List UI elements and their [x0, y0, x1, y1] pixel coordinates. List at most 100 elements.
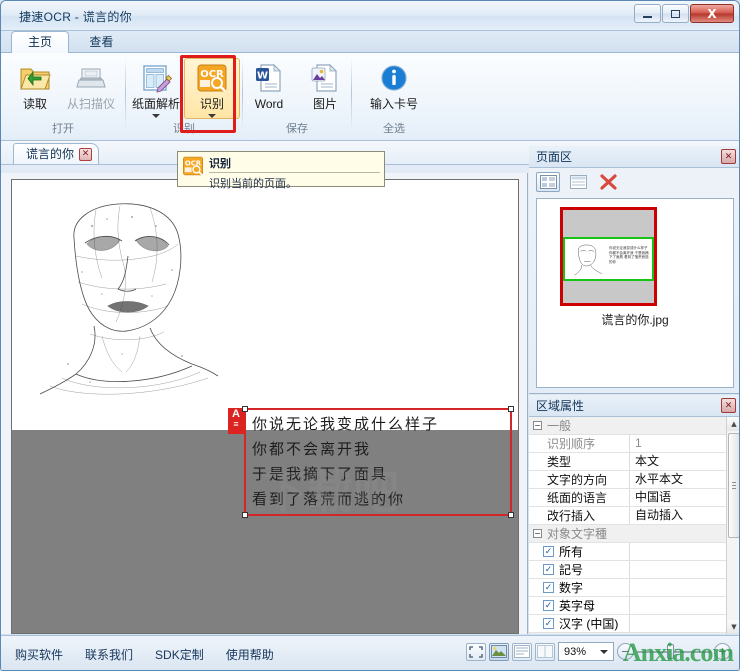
fit-page-button[interactable]	[466, 642, 486, 661]
general-group-label: 一般	[547, 419, 572, 433]
page-thumbnail-content-region: 你说无论我变成什么样子 你都不会离开我 于是我摘下了面具 看到了落荒而逃的你	[563, 237, 654, 281]
scroll-up-arrow-icon[interactable]: ▲	[727, 417, 739, 431]
recognize-dropdown-caret[interactable]	[208, 114, 216, 118]
property-row-text-direction[interactable]: 文字的方向 水平本文	[529, 471, 726, 489]
region-handle-top-right[interactable]	[508, 406, 514, 412]
image-view-button[interactable]	[489, 642, 509, 661]
property-group-region-settings[interactable]: − 区域设置	[529, 633, 726, 634]
zoom-slider-knob[interactable]	[667, 644, 674, 659]
page-thumbnail[interactable]: 你说无论我变成什么样子 你都不会离开我 于是我摘下了面具 看到了落荒而逃的你	[560, 207, 657, 306]
text-view-icon	[514, 645, 530, 658]
region-handle-bottom-right[interactable]	[508, 512, 514, 518]
page-panel-header: 页面区 ✕	[529, 146, 739, 168]
property-group-charset[interactable]: − 对象文字種	[529, 525, 726, 543]
ribbon-tab-strip: 主页 查看	[1, 31, 739, 53]
checkbox-symbol[interactable]: ✓	[543, 564, 554, 575]
ribbon-group-save-label: 保存	[286, 123, 308, 135]
link-contact-us[interactable]: 联系我们	[85, 646, 133, 663]
split-view-button[interactable]	[535, 642, 555, 661]
properties-panel: 区域属性 ✕ − 一般 识别顺序 1 类型 本文 文字的方向 水平本文 纸面的语…	[529, 395, 739, 634]
read-button[interactable]: 读取	[7, 58, 63, 112]
page-thumbnail-list[interactable]: 你说无论我变成什么样子 你都不会离开我 于是我摘下了面具 看到了落荒而逃的你 谎…	[536, 198, 734, 388]
property-group-general[interactable]: − 一般	[529, 417, 726, 435]
ribbon-group-open: 读取 从扫描仪 打开	[1, 53, 125, 141]
save-word-label: Word	[254, 97, 284, 111]
recognize-button[interactable]: OCR 识别	[184, 58, 240, 119]
charset-group-expander[interactable]: −	[533, 529, 542, 538]
property-key: 类型	[547, 455, 572, 469]
property-row-charset-all[interactable]: ✓ 所有	[529, 543, 726, 561]
minimize-button[interactable]	[634, 4, 661, 23]
link-help[interactable]: 使用帮助	[226, 646, 274, 663]
document-tab-close-icon[interactable]: ✕	[79, 147, 93, 161]
property-row-recognition-order[interactable]: 识别顺序 1	[529, 435, 726, 453]
properties-list[interactable]: − 一般 识别顺序 1 类型 本文 文字的方向 水平本文 纸面的语言 中国语 改…	[529, 417, 726, 634]
properties-panel-close-icon[interactable]: ✕	[721, 398, 736, 413]
scanner-icon	[75, 62, 107, 94]
property-row-type[interactable]: 类型 本文	[529, 453, 726, 471]
tooltip-recognize: OCR 识别 识别当前的页面。	[177, 151, 385, 190]
zoom-dropdown-caret-icon[interactable]	[600, 650, 608, 654]
checkbox-hanzi[interactable]: ✓	[543, 618, 554, 629]
close-icon: X	[707, 6, 717, 21]
property-row-charset-symbol[interactable]: ✓ 記号	[529, 561, 726, 579]
image-doc-icon	[309, 62, 341, 94]
document-canvas-area[interactable]: A ≡ 你说无论我变成什么样子 你都不会离开我 于是我摘下了面具 看到了落荒而逃…	[1, 173, 528, 634]
link-buy-software[interactable]: 购买软件	[15, 646, 63, 663]
property-value	[629, 543, 726, 560]
zoom-in-button[interactable]: +	[714, 643, 731, 660]
link-sdk-custom[interactable]: SDK定制	[155, 646, 204, 663]
property-key: 数字	[559, 581, 584, 595]
zoom-slider[interactable]	[637, 643, 711, 660]
zoom-out-button[interactable]: −	[617, 643, 634, 660]
minimize-icon	[635, 5, 660, 22]
title-bar: 捷速OCR - 谎言的你 X	[1, 1, 739, 31]
canvas-viewport[interactable]: A ≡ 你说无论我变成什么样子 你都不会离开我 于是我摘下了面具 看到了落荒而逃…	[11, 179, 519, 634]
property-key: 识别顺序	[547, 437, 596, 451]
page-analysis-dropdown-caret[interactable]	[152, 114, 160, 118]
general-group-expander[interactable]: −	[533, 421, 542, 430]
delete-page-button[interactable]	[596, 172, 620, 192]
open-folder-icon	[19, 62, 51, 94]
status-view-controls: 93% − +	[466, 642, 731, 661]
zoom-level-select[interactable]: 93%	[558, 642, 614, 661]
region-handle-bottom-left[interactable]	[242, 512, 248, 518]
checkbox-latin[interactable]: ✓	[543, 600, 554, 611]
save-image-button[interactable]: 图片	[297, 58, 353, 112]
info-circle-icon	[378, 62, 410, 94]
ocr-text-region[interactable]: A ≡ 你说无论我变成什么样子 你都不会离开我 于是我摘下了面具 看到了落荒而逃…	[228, 406, 514, 518]
document-tab[interactable]: 谎言的你 ✕	[13, 143, 100, 164]
page-panel-close-icon[interactable]: ✕	[721, 149, 736, 164]
property-row-charset-latin[interactable]: ✓ 英字母	[529, 597, 726, 615]
from-scanner-button[interactable]: 从扫描仪	[63, 58, 119, 112]
property-key: 改行插入	[547, 509, 596, 523]
maximize-button[interactable]	[662, 4, 689, 23]
property-key: 文字的方向	[547, 473, 608, 487]
ribbon-tab-view[interactable]: 查看	[72, 31, 130, 53]
scrollbar-thumb[interactable]	[728, 433, 739, 538]
close-button[interactable]: X	[690, 4, 734, 23]
property-row-charset-number[interactable]: ✓ 数字	[529, 579, 726, 597]
properties-scrollbar[interactable]: ▲ ▼	[726, 417, 739, 634]
enter-card-number-button[interactable]: 输入卡号	[358, 58, 430, 112]
page-analysis-button[interactable]: 纸面解析	[128, 58, 184, 119]
property-value: 中国语	[629, 489, 726, 506]
checkbox-number[interactable]: ✓	[543, 582, 554, 593]
text-view-button[interactable]	[512, 642, 532, 661]
ribbon-tab-home[interactable]: 主页	[11, 31, 70, 53]
region-handle-top-left[interactable]	[242, 406, 248, 412]
thumbnail-view-button[interactable]	[536, 172, 560, 192]
property-row-charset-hanzi[interactable]: ✓ 汉字 (中国)	[529, 615, 726, 633]
save-word-button[interactable]: W Word	[241, 58, 297, 112]
checkbox-all[interactable]: ✓	[543, 546, 554, 557]
property-value: 本文	[629, 453, 726, 470]
property-key: 汉字 (中国)	[559, 617, 619, 631]
property-row-line-break[interactable]: 改行插入 自动插入	[529, 507, 726, 525]
svg-text:OCR: OCR	[185, 159, 202, 167]
list-view-button[interactable]	[566, 172, 590, 192]
scroll-down-arrow-icon[interactable]: ▼	[727, 620, 739, 634]
svg-text:W: W	[257, 71, 268, 82]
split-view-icon	[537, 645, 553, 658]
property-row-page-language[interactable]: 纸面的语言 中国语	[529, 489, 726, 507]
right-panel-column: 页面区 ✕ 你说无论我变成什么样子 你都不会离开我 于是我摘下了面具 看到了落荒…	[529, 146, 739, 634]
